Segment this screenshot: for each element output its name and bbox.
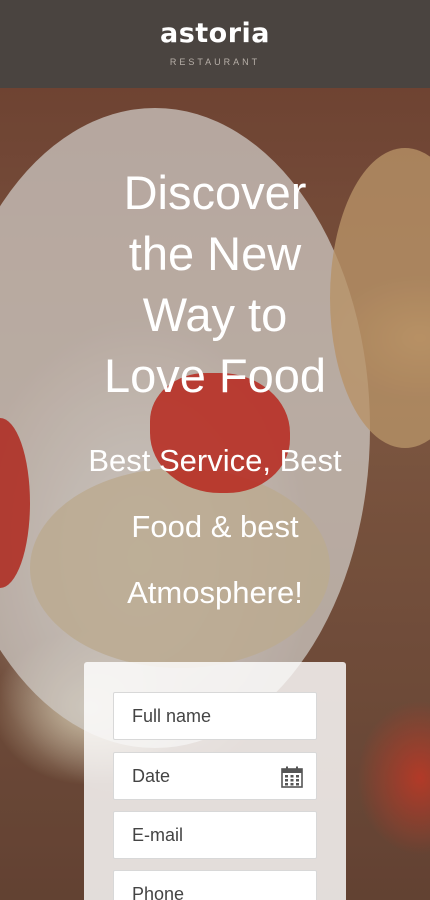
hero-section: Discover the New Way to Love Food Best S… (0, 88, 430, 900)
logo[interactable]: astoria (0, 18, 430, 49)
phone-field[interactable] (113, 870, 317, 900)
fullname-input[interactable] (114, 693, 282, 739)
email-input[interactable] (114, 812, 282, 858)
date-field[interactable] (113, 752, 317, 800)
email-field[interactable] (113, 811, 317, 859)
logo-tagline: RESTAURANT (169, 57, 261, 67)
fullname-field[interactable] (113, 692, 317, 740)
phone-input[interactable] (114, 871, 282, 900)
hero-subheadline: Best Service, Best Food & best Atmospher… (88, 443, 342, 610)
reservation-form (84, 662, 346, 900)
date-input[interactable] (114, 753, 282, 799)
site-header: astoria RESTAURANT (0, 0, 430, 88)
hero-headline: Discover the New Way to Love Food (103, 166, 327, 402)
calendar-icon[interactable] (280, 765, 304, 789)
